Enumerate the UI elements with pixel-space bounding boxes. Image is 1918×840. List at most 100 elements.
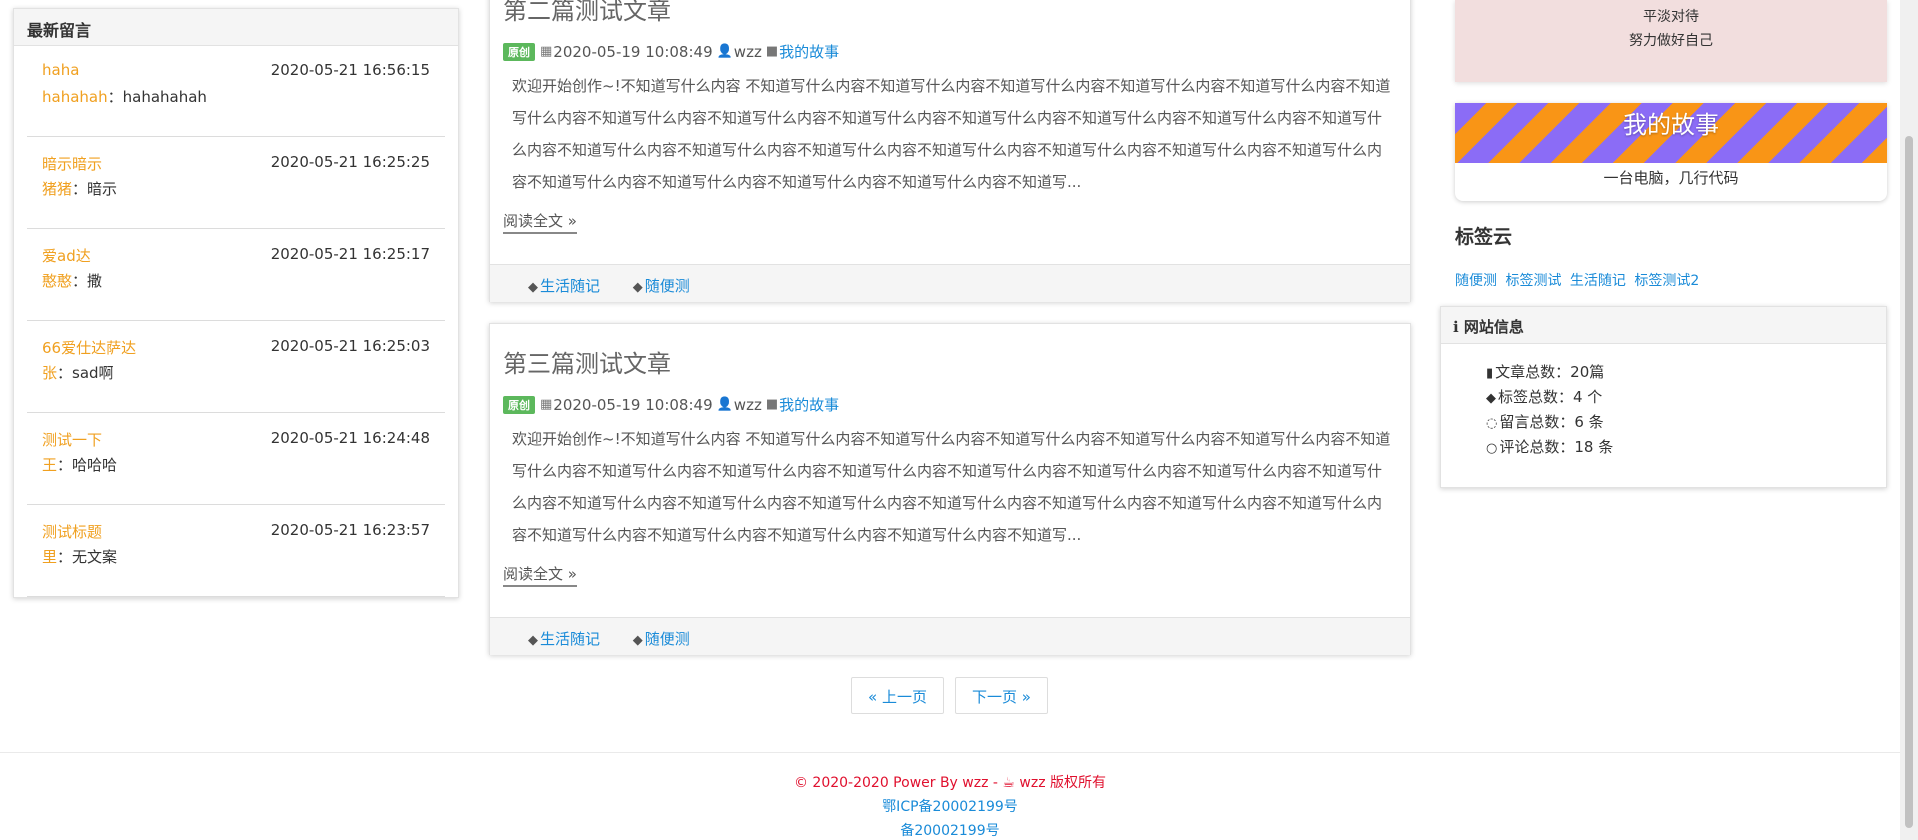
tag-icon: ◆ bbox=[632, 633, 643, 648]
message-author: hahahah bbox=[42, 88, 108, 106]
user-icon: 👤 bbox=[716, 44, 733, 59]
tags-icon: ◆ bbox=[1486, 391, 1496, 406]
comment-icon: ○ bbox=[1486, 441, 1498, 456]
article-tag[interactable]: ◆ 随便测 bbox=[633, 277, 690, 295]
message-body: 王：哈哈哈 bbox=[42, 454, 117, 475]
message-body: 里：无文案 bbox=[42, 546, 117, 567]
story-banner-title: 我的故事 bbox=[1455, 103, 1887, 163]
message-time: 2020-05-21 16:25:03 bbox=[270, 337, 430, 355]
message-content: 暗示 bbox=[87, 180, 118, 198]
story-subtitle: 一台电脑，几行代码 bbox=[1603, 169, 1739, 187]
message-title[interactable]: 66爱仕达萨达 bbox=[42, 337, 136, 358]
tag-label: 生活随记 bbox=[540, 277, 601, 295]
message-body: hahahah：hahahahah bbox=[42, 86, 207, 107]
motto-line: 努力做好自己 bbox=[1629, 33, 1713, 49]
next-page-button[interactable]: 下一页 » bbox=[955, 677, 1048, 714]
message-title[interactable]: 爱ad达 bbox=[42, 245, 91, 266]
message-content: hahahahah bbox=[122, 88, 207, 106]
message-author: 猪猪 bbox=[42, 180, 73, 198]
tag-cloud-item[interactable]: 标签测试 bbox=[1505, 273, 1561, 289]
read-more-link[interactable]: 阅读全文 » bbox=[503, 563, 577, 587]
calendar-icon: ▦ bbox=[540, 397, 553, 412]
tag-cloud-item[interactable]: 标签测试2 bbox=[1634, 273, 1699, 289]
article-date: 2020-05-19 10:08:49 bbox=[553, 395, 713, 414]
latest-messages-panel: 最新留言 haha 2020-05-21 16:56:15 hahahah：ha… bbox=[13, 8, 459, 598]
article-tag-bar: ◆ 生活随记 ◆ 随便测 bbox=[490, 264, 1410, 302]
article-tag[interactable]: ◆ 随便测 bbox=[633, 630, 690, 648]
tag-label: 随便测 bbox=[644, 277, 690, 295]
tag-cloud-item[interactable]: 生活随记 bbox=[1570, 273, 1626, 289]
site-info-row: ▮ 文章总数：20篇 bbox=[1486, 361, 1604, 382]
latest-messages-header: 最新留言 bbox=[14, 9, 458, 46]
site-info-text: 评论总数：18 条 bbox=[1499, 438, 1614, 456]
message-time: 2020-05-21 16:24:48 bbox=[270, 429, 430, 447]
message-body: 张：sad啊 bbox=[42, 362, 114, 383]
site-info-panel: ℹ 网站信息 ▮ 文章总数：20篇 ◆ 标签总数：4 个 ◌ 留言总数：6 条 ○ 评论… bbox=[1440, 306, 1887, 488]
coffee-icon: ☕ bbox=[1002, 775, 1015, 791]
message-title[interactable]: 暗示暗示 bbox=[42, 153, 102, 174]
site-info-text: 标签总数：4 个 bbox=[1498, 388, 1603, 406]
footer-divider bbox=[0, 752, 1900, 753]
message-author: 张 bbox=[42, 364, 58, 382]
message-content: 撒 bbox=[87, 272, 103, 290]
message-item[interactable]: 66爱仕达萨达 2020-05-21 16:25:03 张：sad啊 bbox=[27, 321, 445, 413]
site-info-row: ◌ 留言总数：6 条 bbox=[1486, 411, 1604, 432]
message-title[interactable]: haha bbox=[42, 61, 79, 79]
article-card: 第二篇测试文章 原创 ▦ 2020-05-19 10:08:49 👤 wzz ■… bbox=[489, 0, 1411, 302]
message-time: 2020-05-21 16:25:25 bbox=[270, 153, 430, 171]
message-item[interactable]: haha 2020-05-21 16:56:15 hahahah：hahahah… bbox=[27, 45, 445, 137]
message-separator: ： bbox=[57, 364, 73, 382]
article-excerpt: 欢迎开始创作~!不知道写什么内容 不知道写什么内容不知道写什么内容不知道写什么内… bbox=[512, 430, 1391, 544]
message-author: 王 bbox=[42, 456, 58, 474]
site-info-text: 留言总数：6 条 bbox=[1499, 413, 1604, 431]
article-tag[interactable]: ◆ 生活随记 bbox=[528, 630, 600, 648]
message-separator: ： bbox=[72, 272, 88, 290]
message-item[interactable]: 测试一下 2020-05-21 16:24:48 王：哈哈哈 bbox=[27, 413, 445, 505]
icp-link[interactable]: 备20002199号 bbox=[900, 823, 999, 839]
article-title[interactable]: 第三篇测试文章 bbox=[503, 344, 671, 379]
message-title[interactable]: 测试标题 bbox=[42, 521, 102, 542]
site-info-row: ◆ 标签总数：4 个 bbox=[1486, 386, 1602, 407]
site-info-header-label: 网站信息 bbox=[1463, 318, 1524, 336]
message-title[interactable]: 测试一下 bbox=[42, 429, 102, 450]
article-author: wzz bbox=[733, 395, 762, 414]
message-author: 憨憨 bbox=[42, 272, 73, 290]
footer-icp-line: 备20002199号 bbox=[0, 820, 1900, 840]
article-author: wzz bbox=[733, 42, 762, 61]
read-more-link[interactable]: 阅读全文 » bbox=[503, 210, 577, 234]
footer-copyright: © 2020-2020 Power By wzz - bbox=[793, 775, 998, 791]
message-body: 猪猪：暗示 bbox=[42, 178, 117, 199]
message-item[interactable]: 爱ad达 2020-05-21 16:25:17 憨憨：撒 bbox=[27, 229, 445, 321]
prev-page-button[interactable]: « 上一页 bbox=[851, 677, 944, 714]
message-time: 2020-05-21 16:23:57 bbox=[270, 521, 430, 539]
tag-cloud-title: 标签云 bbox=[1455, 226, 1513, 248]
tag-label: 随便测 bbox=[644, 630, 690, 648]
icp-link[interactable]: 鄂ICP备20002199号 bbox=[882, 799, 1018, 815]
scrollbar-thumb[interactable] bbox=[1905, 136, 1913, 828]
tag-cloud-item[interactable]: 随便测 bbox=[1455, 273, 1497, 289]
message-content: 哈哈哈 bbox=[72, 456, 118, 474]
article-category-link[interactable]: 我的故事 bbox=[779, 41, 839, 62]
message-item[interactable]: 暗示暗示 2020-05-21 16:25:25 猪猪：暗示 bbox=[27, 137, 445, 229]
comments-icon: ◌ bbox=[1486, 416, 1498, 431]
message-content: sad啊 bbox=[72, 364, 114, 382]
message-author: 里 bbox=[42, 548, 58, 566]
article-category-link[interactable]: 我的故事 bbox=[779, 394, 839, 415]
article-title[interactable]: 第二篇测试文章 bbox=[503, 0, 671, 26]
footer-icp-line: 鄂ICP备20002199号 bbox=[0, 796, 1900, 816]
story-card[interactable]: 我的故事 一台电脑，几行代码 bbox=[1455, 103, 1887, 201]
article-meta: 原创 ▦ 2020-05-19 10:08:49 👤 wzz ■ 我的故事 bbox=[503, 41, 839, 62]
message-separator: ： bbox=[57, 456, 73, 474]
tag-icon: ◆ bbox=[528, 633, 538, 648]
tag-label: 生活随记 bbox=[540, 630, 601, 648]
article-tag[interactable]: ◆ 生活随记 bbox=[528, 277, 600, 295]
tag-icon: ◆ bbox=[632, 280, 643, 295]
message-item[interactable]: 测试标题 2020-05-21 16:23:57 里：无文案 bbox=[27, 505, 445, 597]
original-badge: 原创 bbox=[503, 395, 535, 414]
user-icon: 👤 bbox=[716, 397, 733, 412]
tag-cloud: 随便测 标签测试 生活随记 标签测试2 bbox=[1455, 270, 1703, 290]
page-scrollbar[interactable] bbox=[1900, 0, 1918, 840]
motto-line: 平淡对待 bbox=[1643, 9, 1699, 25]
folder-icon: ■ bbox=[765, 397, 779, 412]
site-info-text: 文章总数：20篇 bbox=[1495, 363, 1605, 381]
